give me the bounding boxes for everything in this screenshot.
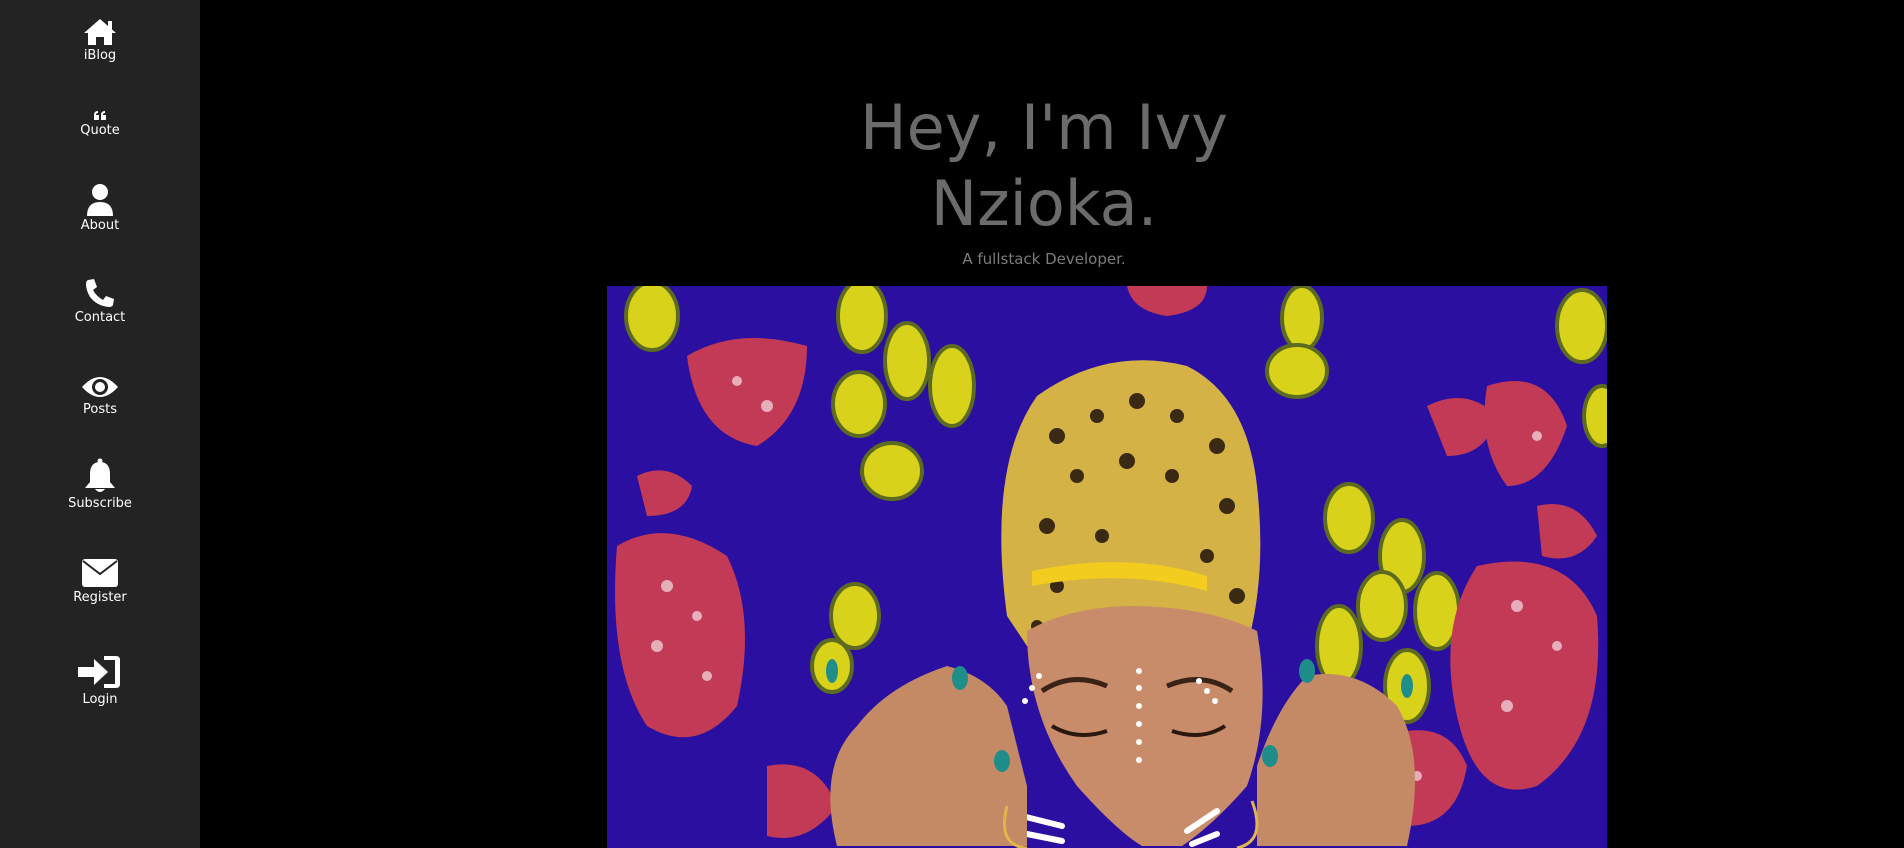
nav-label-contact: Contact: [74, 310, 126, 325]
nav-label-iblog: iBlog: [83, 48, 117, 63]
sidebar: iBlog Quote About Contact Posts Subscrib…: [0, 0, 200, 848]
nav-item-contact[interactable]: Contact: [0, 276, 200, 326]
home-icon: [83, 16, 117, 46]
main-content: Hey, I'm Ivy Nzioka. A fullstack Develop…: [200, 0, 1904, 848]
nav-item-about[interactable]: About: [0, 182, 200, 234]
nav-label-login: Login: [82, 692, 118, 707]
hero-title-line-2: Nzioka.: [930, 167, 1158, 240]
nav-label-posts: Posts: [83, 402, 117, 417]
quote-icon: [94, 105, 106, 121]
nav-item-register[interactable]: Register: [0, 556, 200, 606]
hero-subtitle: A fullstack Developer.: [962, 250, 1126, 268]
nav-label-subscribe: Subscribe: [68, 496, 132, 511]
nav-item-login[interactable]: Login: [0, 652, 200, 708]
hero-title: Hey, I'm Ivy Nzioka.: [653, 90, 1435, 242]
sign-in-icon: [78, 652, 122, 690]
nav-item-iblog[interactable]: iBlog: [0, 16, 200, 64]
nav-label-register: Register: [73, 590, 127, 605]
eye-icon: [81, 372, 119, 400]
hero-title-line-1: Hey, I'm Ivy: [860, 91, 1228, 164]
hero-portrait-image: [607, 286, 1607, 848]
nav-item-quote[interactable]: Quote: [0, 105, 200, 139]
user-icon: [86, 182, 114, 216]
envelope-icon: [81, 556, 119, 588]
nav-label-quote: Quote: [80, 123, 120, 138]
nav-label-about: About: [80, 218, 120, 233]
phone-icon: [85, 276, 115, 308]
nav-item-subscribe[interactable]: Subscribe: [0, 458, 200, 512]
bell-icon: [83, 458, 117, 494]
nav-item-posts[interactable]: Posts: [0, 372, 200, 418]
